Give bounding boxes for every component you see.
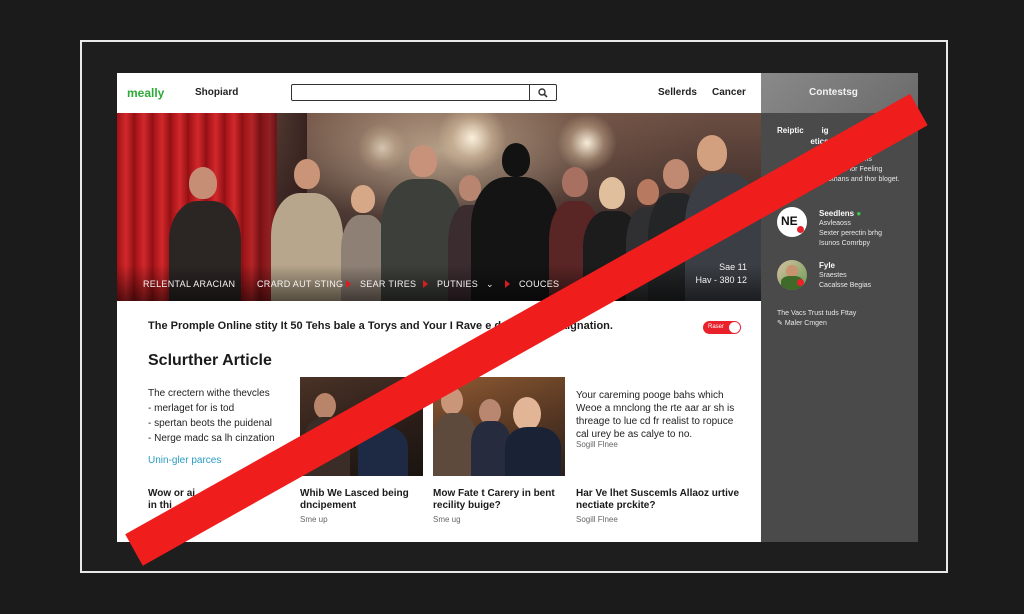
notification-dot-icon	[797, 279, 804, 286]
card-subtitle: Sme up	[300, 515, 328, 524]
nav-sellers[interactable]: Sellerds	[658, 87, 697, 98]
notification-dot-icon	[797, 226, 804, 233]
chat-icon: ✎	[777, 320, 783, 327]
user-name: Fyle	[819, 261, 836, 270]
list-item: - spertan beots the puidenal	[148, 418, 272, 429]
card-title[interactable]: Mow Fate t Carery in bent recility buige…	[433, 488, 563, 512]
section-title: Sclurther Article	[148, 352, 272, 369]
hero-menu-item[interactable]: SEAR TIRES	[360, 279, 416, 289]
card-subtitle: Sogill Flnee	[576, 515, 618, 524]
nav-cancer[interactable]: Cancer	[712, 87, 746, 98]
card-title-line: dncipement	[300, 500, 357, 511]
card-title[interactable]: Har Ve lhet Suscemls Allaoz urtive necti…	[576, 488, 751, 512]
search-input[interactable]	[296, 86, 525, 99]
hero-menu-item[interactable]: RELENTAL ARACIAN	[143, 279, 235, 289]
sidebar-line: Sraestes	[819, 272, 847, 279]
sidebar-line: Asvleaoss	[819, 220, 851, 227]
sidebar-line: ✎ Maler Cmgen	[777, 319, 856, 329]
shop-link[interactable]: Shopiard	[195, 87, 238, 98]
hero-menu-item[interactable]: CRARD AUT STING	[257, 279, 343, 289]
user-name: Seedlens ●	[819, 209, 882, 219]
sidebar-line: Cacalsse Begias	[819, 282, 872, 289]
search-icon	[538, 87, 548, 98]
list-item: - merlaget for is tod	[148, 403, 235, 414]
list-item: The crectern withe thevcles	[148, 388, 270, 399]
site-logo[interactable]: meally	[127, 86, 164, 100]
card-title-line: Har Ve lhet Suscemls Allaoz urtive	[576, 488, 740, 499]
user-name-text: Seedlens	[819, 209, 855, 218]
avatar[interactable]: NE	[777, 207, 807, 237]
toggle-knob	[729, 322, 740, 333]
sidebar-user[interactable]: Fyle Sraestes Cacalsse Begias	[819, 261, 871, 291]
toggle-label: Raser	[708, 324, 725, 330]
article-thumbnail[interactable]	[433, 377, 565, 476]
sidebar-line: Sexter perectin brhg	[819, 230, 883, 237]
sidebar-title[interactable]: Contestsg	[809, 87, 858, 98]
article-byline: Sogill Flnee	[576, 440, 618, 449]
hero-date: Sae 11 Hav - 380 12	[695, 261, 747, 287]
toggle-switch[interactable]: Raser	[703, 321, 741, 334]
top-navigation-bar: meally Shopiard Sellerds Cancer	[117, 73, 761, 113]
hero-date-line: Sae 11	[719, 262, 747, 272]
article-description: Your careming pooge bahs which Weoe a mn…	[576, 390, 735, 440]
menu-arrow-icon	[346, 280, 351, 288]
menu-arrow-icon	[505, 280, 510, 288]
article-list: The crectern withe thevcles - merlaget f…	[148, 386, 275, 446]
sidebar-block-title: Reiptic ig	[777, 126, 829, 135]
online-icon: ●	[856, 209, 862, 218]
card-title-line: nectiate prckite?	[576, 500, 656, 511]
menu-arrow-icon	[423, 280, 428, 288]
list-item: - Nerge madc sa lh cinzation	[148, 433, 275, 444]
avatar[interactable]	[777, 260, 807, 290]
card-title-line: Mow Fate t Carery in bent	[433, 488, 555, 499]
sidebar-user[interactable]: Seedlens ● Asvleaoss Sexter perectin brh…	[819, 209, 882, 249]
card-title-line: recility buige?	[433, 500, 501, 511]
hero-menu-item[interactable]: PUTNIES	[437, 279, 478, 289]
chevron-down-icon[interactable]: ⌄	[486, 279, 494, 290]
card-title[interactable]: Whib We Lasced being dncipement	[300, 488, 430, 512]
sidebar-line-text: Maler Cmgen	[784, 320, 827, 327]
sidebar-footer: The Vacs Trust tuds Fttay ✎ Maler Cmgen	[777, 309, 856, 329]
card-title-line: Whib We Lasced being	[300, 488, 409, 499]
card-subtitle: Sme ug	[433, 515, 461, 524]
hero-date-line: Hav - 380 12	[695, 275, 747, 285]
search-bar[interactable]	[291, 84, 557, 101]
sidebar-line: Isunos Comrbpy	[819, 240, 870, 247]
learn-more-link[interactable]: Unin-gler parces	[148, 455, 221, 466]
avatar-label: NE	[781, 214, 798, 228]
hero-menu-item[interactable]: COUCES	[519, 279, 559, 289]
sidebar-line: The Vacs Trust tuds Fttay	[777, 310, 857, 317]
search-button[interactable]	[529, 85, 556, 100]
